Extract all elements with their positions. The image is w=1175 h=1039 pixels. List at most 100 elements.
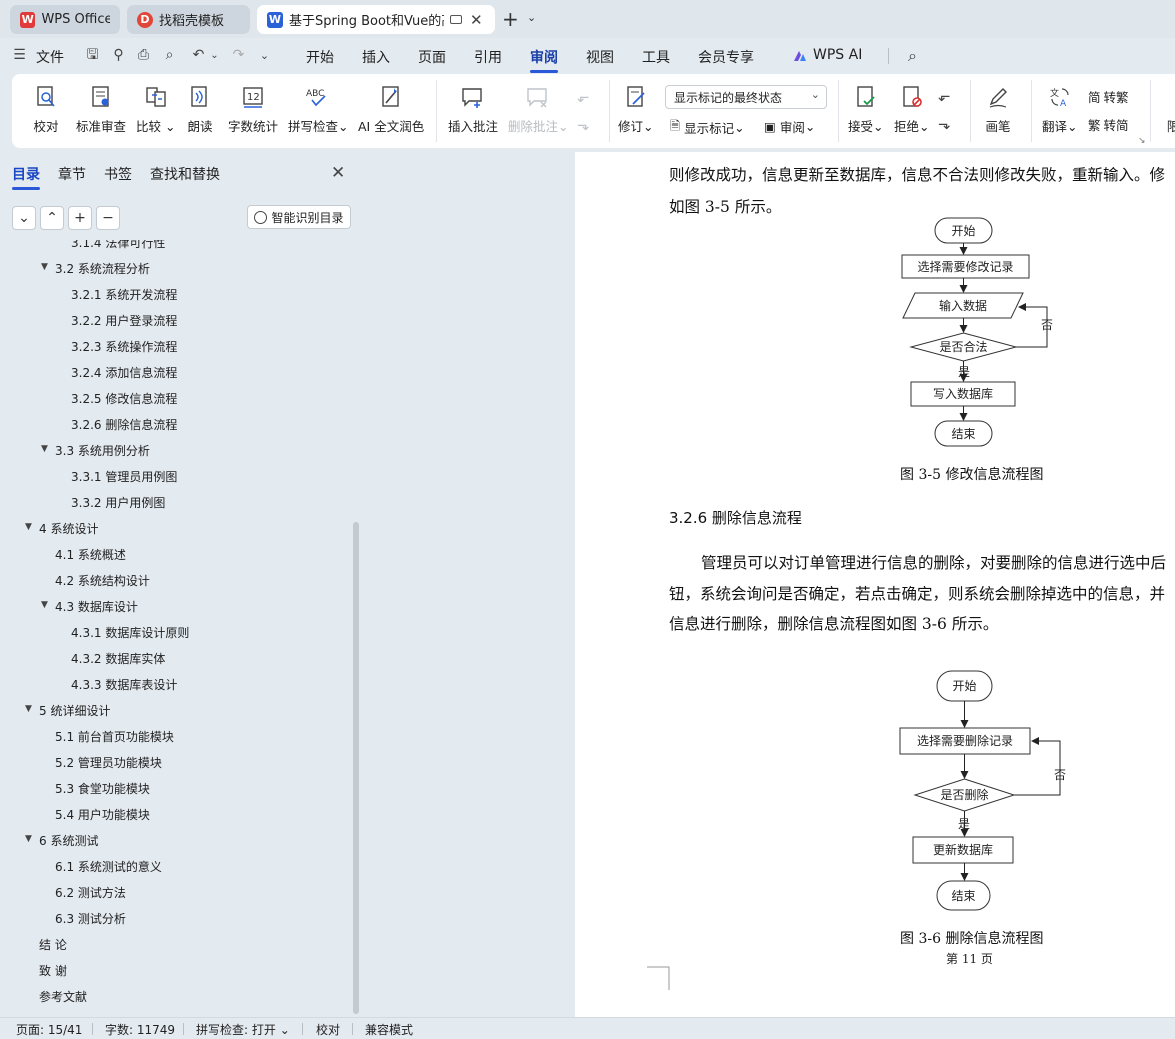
chevron-down-icon[interactable]: ⌄ [207, 48, 222, 63]
toc-item[interactable]: ▼ 5 统详细设计 [0, 700, 352, 722]
toc-item[interactable]: ▼ 3.2 系统流程分析 [0, 258, 352, 280]
tab-wps-office[interactable]: W WPS Office [10, 5, 120, 34]
toc-item[interactable]: 6.1 系统测试的意义 [0, 856, 352, 878]
translate-button[interactable]: 文A 翻译⌄ [1042, 84, 1078, 135]
toc-item[interactable]: 5.4 用户功能模块 [0, 804, 352, 826]
accept-button[interactable]: 接受⌄ [848, 84, 884, 135]
search-icon[interactable]: ⌕ [905, 48, 920, 64]
close-tab-icon[interactable]: ✕ [470, 11, 483, 29]
monitor-icon[interactable] [450, 15, 462, 24]
previous-change-icon[interactable]: ⬐ [938, 87, 951, 105]
expand-group-icon[interactable]: ↘ [1138, 136, 1146, 146]
reject-button[interactable]: 拒绝⌄ [894, 84, 930, 135]
toc-item[interactable]: 3.2.4 添加信息流程 [0, 362, 352, 384]
track-changes-button[interactable]: 修订⌄ [618, 84, 654, 135]
new-tab-icon[interactable]: + [502, 7, 519, 31]
insert-comment-button[interactable]: 插入批注 [448, 84, 498, 135]
toc-item[interactable]: 5.1 前台首页功能模块 [0, 726, 352, 748]
toc-item[interactable]: 4.1 系统概述 [0, 544, 352, 566]
save-icon[interactable]: 🖫 [85, 48, 100, 63]
restrict-editing-button[interactable]: 限 [1160, 84, 1175, 135]
read-aloud-button[interactable]: 朗读 [187, 84, 213, 135]
status-word-count[interactable]: 字数: 11749 [105, 1021, 175, 1038]
expand-arrow-icon[interactable]: ▼ [41, 444, 48, 454]
print-icon[interactable]: ⎙ [136, 48, 151, 63]
toc-item[interactable]: 4.3.2 数据库实体 [0, 648, 352, 670]
menu-insert[interactable]: 插入 [362, 47, 390, 67]
toc-item[interactable]: 3.2.3 系统操作流程 [0, 336, 352, 358]
print-preview-icon[interactable]: ⌕ [162, 48, 177, 63]
to-traditional-button[interactable]: 简转繁 [1088, 87, 1129, 106]
panel-tab-sections[interactable]: 章节 [58, 164, 86, 184]
toc-item[interactable]: ▼ 3.3 系统用例分析 [0, 440, 352, 462]
tab-docer-templates[interactable]: D 找稻壳模板 [127, 5, 250, 34]
expand-all-button[interactable]: ⌃ [40, 206, 64, 230]
undo-icon[interactable]: ↶ [191, 48, 206, 63]
status-proofread[interactable]: 校对 [316, 1021, 340, 1038]
more-chevron-icon[interactable]: ⌄ [257, 48, 272, 63]
link-icon[interactable]: ⚲ [111, 48, 126, 63]
next-comment-icon[interactable]: ⬎ [577, 116, 590, 134]
compare-button[interactable]: 比较 ⌄ [136, 84, 175, 135]
next-change-icon[interactable]: ⬎ [938, 115, 951, 133]
toc-item[interactable]: 3.2.6 删除信息流程 [0, 414, 352, 436]
toc-item[interactable]: 3.2.5 修改信息流程 [0, 388, 352, 410]
show-markup-button[interactable]: 🗎 显示标记 ⌄ [670, 117, 745, 138]
collapse-all-button[interactable]: ⌄ [12, 206, 36, 230]
toc-item[interactable]: 4.3.1 数据库设计原则 [0, 622, 352, 644]
status-spell-check[interactable]: 拼写检查: 打开 ⌄ [196, 1021, 290, 1038]
pen-button[interactable]: 画笔 [985, 84, 1011, 135]
menu-start[interactable]: 开始 [306, 47, 334, 67]
menu-view[interactable]: 视图 [586, 47, 614, 67]
menu-file[interactable]: 文件 [36, 47, 64, 67]
toc-item[interactable]: 5.2 管理员功能模块 [0, 752, 352, 774]
standard-review-button[interactable]: 标准审查 [76, 84, 126, 135]
add-heading-button[interactable]: + [68, 206, 92, 230]
redo-icon[interactable]: ↷ [231, 48, 246, 63]
toc-item[interactable]: 3.3.1 管理员用例图 [0, 466, 352, 488]
to-simplified-button[interactable]: 繁转简 [1088, 115, 1129, 134]
panel-tab-find-replace[interactable]: 查找和替换 [150, 164, 220, 184]
hamburger-icon[interactable]: ☰ [12, 48, 27, 63]
toc-item[interactable]: 6.3 测试分析 [0, 908, 352, 930]
smart-toc-button[interactable]: 智能识别目录 [247, 205, 351, 229]
delete-comment-button[interactable]: 删除批注⌄ [508, 84, 569, 135]
toc-item[interactable]: 参考文献 [0, 986, 352, 1008]
toc-item[interactable]: 3.3.2 用户用例图 [0, 492, 352, 514]
toc-item[interactable]: ▼ 4.3 数据库设计 [0, 596, 352, 618]
status-page[interactable]: 页面: 15/41 [16, 1021, 82, 1038]
spell-check-button[interactable]: ABC 拼写检查⌄ [288, 84, 349, 135]
previous-comment-icon[interactable]: ⬐ [577, 88, 590, 106]
proofread-button[interactable]: 校对 [33, 84, 59, 135]
menu-wps-ai[interactable]: WPS AI [813, 47, 862, 63]
close-panel-icon[interactable]: ✕ [331, 163, 345, 183]
toc-item[interactable]: 3.1.4 法律可行性 [0, 240, 352, 254]
toc-item[interactable]: ▼ 4 系统设计 [0, 518, 352, 540]
toc-item[interactable]: 5.3 食堂功能模块 [0, 778, 352, 800]
markup-display-select[interactable]: 显示标记的最终状态 ⌄ [665, 85, 827, 109]
menu-tools[interactable]: 工具 [642, 47, 670, 67]
toc-item[interactable]: 致 谢 [0, 960, 352, 982]
toc-scrollbar[interactable] [353, 522, 359, 1014]
expand-arrow-icon[interactable]: ▼ [25, 704, 32, 714]
panel-tab-toc[interactable]: 目录 [12, 164, 40, 184]
expand-arrow-icon[interactable]: ▼ [41, 600, 48, 610]
menu-page[interactable]: 页面 [418, 47, 446, 67]
menu-review[interactable]: 审阅 [530, 47, 558, 67]
toc-item[interactable]: ▼ 6 系统测试 [0, 830, 352, 852]
expand-arrow-icon[interactable]: ▼ [25, 522, 32, 532]
expand-arrow-icon[interactable]: ▼ [25, 834, 32, 844]
panel-tab-bookmarks[interactable]: 书签 [104, 164, 132, 184]
review-pane-button[interactable]: ▣ 审阅 ⌄ [764, 117, 815, 136]
expand-arrow-icon[interactable]: ▼ [41, 262, 48, 272]
remove-heading-button[interactable]: − [96, 206, 120, 230]
toc-item[interactable]: 4.3.3 数据库表设计 [0, 674, 352, 696]
word-count-button[interactable]: 12 字数统计 [228, 84, 278, 135]
toc-item[interactable]: 3.2.2 用户登录流程 [0, 310, 352, 332]
toc-item[interactable]: 3.2.1 系统开发流程 [0, 284, 352, 306]
toc-item[interactable]: 4.2 系统结构设计 [0, 570, 352, 592]
menu-references[interactable]: 引用 [474, 47, 502, 67]
tab-current-document[interactable]: W 基于Spring Boot和Vue的高 ✕ [257, 5, 495, 34]
ai-polish-button[interactable]: AI 全文润色 [358, 84, 424, 135]
toc-item[interactable]: 结 论 [0, 934, 352, 956]
